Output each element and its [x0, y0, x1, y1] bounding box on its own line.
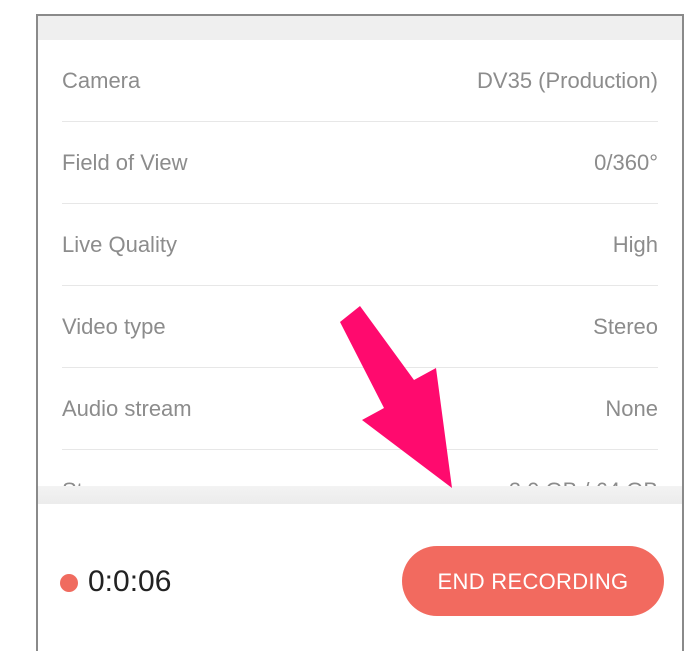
- camera-settings-panel: Camera DV35 (Production) Field of View 0…: [36, 14, 684, 651]
- recording-timer: 0:0:06: [88, 565, 172, 598]
- setting-value: None: [605, 396, 658, 421]
- setting-label: Video type: [62, 314, 166, 339]
- recording-bar: 0:0:06 END RECORDING: [38, 504, 682, 651]
- setting-value: DV35 (Production): [477, 68, 658, 93]
- setting-label: Field of View: [62, 150, 188, 175]
- setting-row-video-type[interactable]: Video type Stereo: [62, 286, 658, 368]
- setting-row-audio-stream[interactable]: Audio stream None: [62, 368, 658, 450]
- end-recording-button[interactable]: END RECORDING: [402, 546, 664, 616]
- setting-row-live-quality[interactable]: Live Quality High: [62, 204, 658, 286]
- settings-list: Camera DV35 (Production) Field of View 0…: [38, 40, 682, 532]
- setting-row-field-of-view[interactable]: Field of View 0/360°: [62, 122, 658, 204]
- setting-label: Audio stream: [62, 396, 192, 421]
- setting-label: Live Quality: [62, 232, 177, 257]
- top-bar: [38, 16, 682, 40]
- setting-value: High: [612, 232, 658, 257]
- setting-value: Stereo: [593, 314, 658, 339]
- setting-value: 0/360°: [594, 150, 658, 175]
- recording-indicator-icon: [60, 574, 78, 592]
- setting-label: Camera: [62, 68, 141, 93]
- setting-row-camera[interactable]: Camera DV35 (Production): [62, 40, 658, 122]
